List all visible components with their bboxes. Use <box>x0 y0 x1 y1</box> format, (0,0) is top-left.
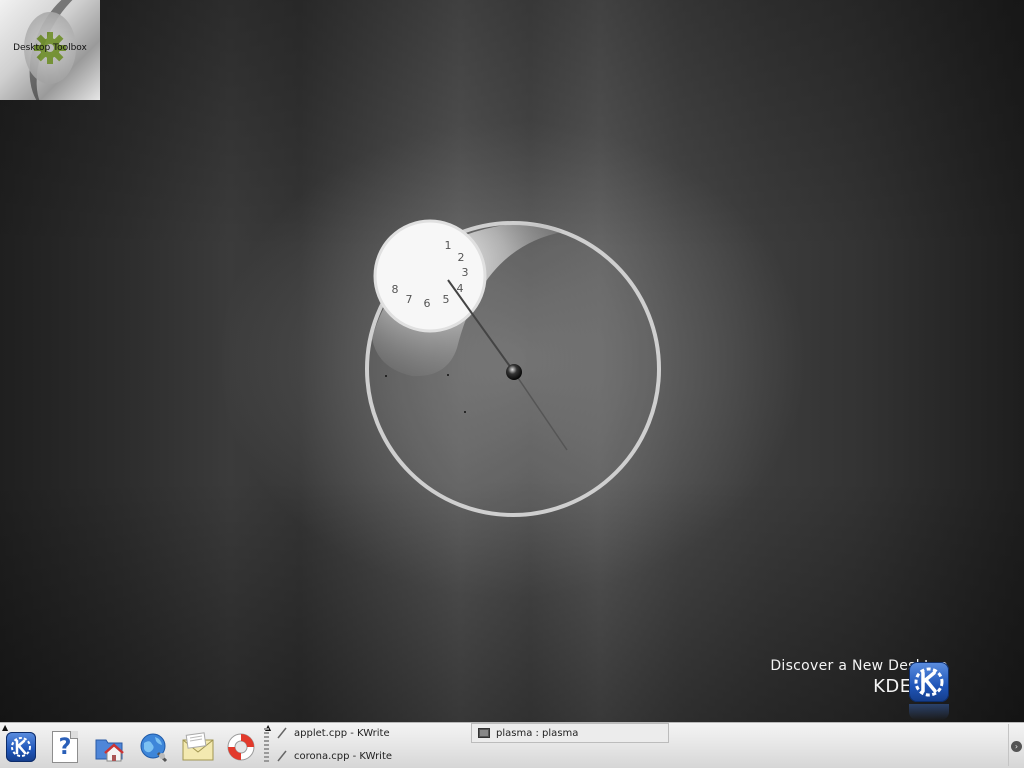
clock-numeral: 1 <box>445 239 452 252</box>
task-corona-kwrite[interactable]: corona.cpp - KWrite <box>276 746 392 766</box>
task-label: plasma : plasma <box>496 727 579 739</box>
task-label: corona.cpp - KWrite <box>294 750 393 762</box>
home-folder-launcher-button[interactable] <box>92 730 126 764</box>
mail-envelope-icon <box>182 732 214 761</box>
globe-icon <box>140 733 168 763</box>
terminal-icon <box>478 728 490 738</box>
clock-numeral: 5 <box>443 293 450 306</box>
task-label: applet.cpp - KWrite <box>294 727 390 739</box>
clock-numeral: 6 <box>424 297 431 310</box>
clock-center-pin <box>506 364 522 380</box>
kwrite-icon <box>277 750 287 762</box>
desktop-background: Desktop Toolbox 1 2 3 4 5 6 7 8 Discover… <box>0 0 1024 722</box>
mail-launcher-button[interactable] <box>181 730 215 764</box>
clock-numeral: 2 <box>458 251 465 264</box>
kde-logo-icon <box>909 662 949 720</box>
help-center-launcher-button[interactable] <box>224 730 258 764</box>
task-applet-kwrite[interactable]: applet.cpp - KWrite <box>276 723 390 743</box>
panel-separator <box>1008 724 1009 766</box>
clock-small-dial <box>373 219 487 333</box>
kde-menu-button[interactable] <box>4 730 38 764</box>
web-browser-launcher-button[interactable] <box>137 730 171 764</box>
task-plasma-terminal[interactable]: plasma : plasma <box>471 723 669 743</box>
analog-clock-applet[interactable]: 1 2 3 4 5 6 7 8 <box>362 218 664 520</box>
kde-menu-icon <box>6 732 36 762</box>
help-icon: ? <box>52 731 78 763</box>
kwrite-icon <box>277 727 287 739</box>
toolbox-label: Desktop Toolbox <box>13 43 87 53</box>
clock-numeral: 3 <box>462 266 469 279</box>
clock-numeral: 8 <box>392 283 399 296</box>
taskbar-drag-handle[interactable] <box>264 728 269 764</box>
lifebuoy-icon <box>227 733 255 761</box>
chevron-right-icon[interactable]: › <box>1011 741 1022 752</box>
help-launcher-button[interactable]: ? <box>48 730 82 764</box>
home-folder-icon <box>95 739 124 762</box>
desktop-toolbox[interactable]: Desktop Toolbox <box>0 0 100 100</box>
clock-numeral: 7 <box>406 293 413 306</box>
